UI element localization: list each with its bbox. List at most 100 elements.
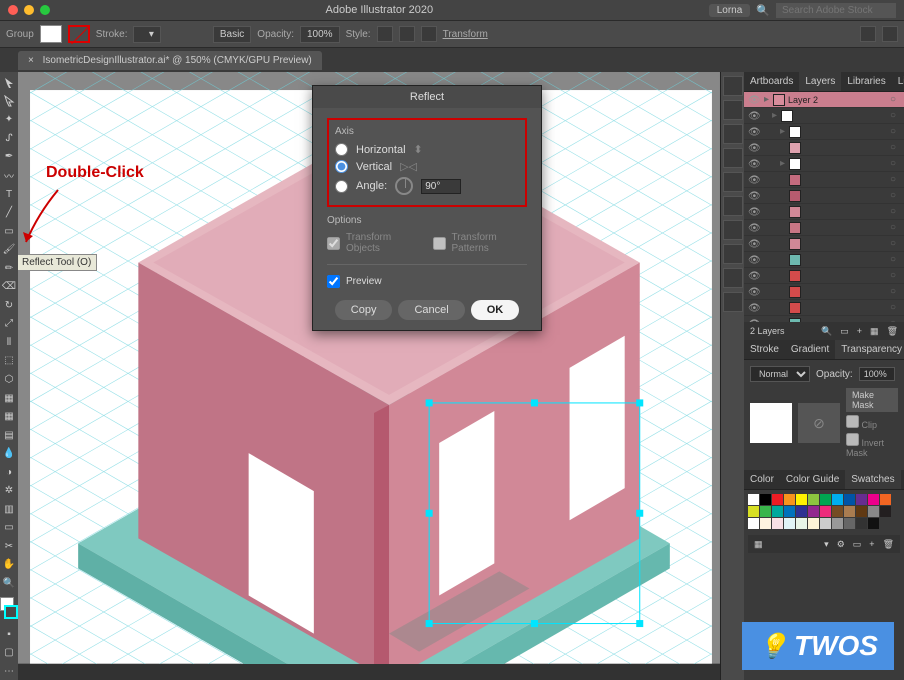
target-icon[interactable]: ○ <box>890 222 900 233</box>
target-icon[interactable]: ○ <box>890 94 900 105</box>
swatch[interactable] <box>796 506 807 517</box>
swatch-grid[interactable] <box>748 494 900 529</box>
tab-links[interactable]: Links <box>892 72 904 91</box>
layer-row[interactable]: 👁 ○ <box>744 252 904 268</box>
dock5-icon[interactable] <box>723 268 743 288</box>
swatch[interactable] <box>832 494 843 505</box>
copy-button[interactable]: Copy <box>335 300 393 320</box>
opacity-input[interactable] <box>859 367 895 381</box>
align-icon[interactable] <box>399 26 415 42</box>
stroke-box[interactable] <box>4 605 18 619</box>
zoom-tool[interactable]: 🔍 <box>0 575 18 593</box>
horizontal-radio[interactable] <box>335 143 348 156</box>
artboard-tool[interactable]: ▭ <box>0 519 18 537</box>
target-icon[interactable]: ○ <box>890 270 900 281</box>
perspective-tool[interactable]: ▦ <box>0 389 18 407</box>
visibility-icon[interactable]: 👁 <box>748 255 758 265</box>
vertical-radio[interactable] <box>335 160 348 173</box>
swatch[interactable] <box>748 506 759 517</box>
free-transform-tool[interactable]: ⬚ <box>0 352 18 370</box>
swatch[interactable] <box>772 506 783 517</box>
brush-dropdown[interactable]: Basic <box>213 26 251 43</box>
tab-artboards[interactable]: Artboards <box>744 72 799 91</box>
graph-tool[interactable]: ▥ <box>0 501 18 519</box>
target-icon[interactable]: ○ <box>890 238 900 249</box>
angle-radio[interactable] <box>335 180 348 193</box>
rectangle-tool[interactable]: ▭ <box>0 222 18 240</box>
target-icon[interactable]: ○ <box>890 206 900 217</box>
layer-row[interactable]: 👁 ○ <box>744 204 904 220</box>
brushes-icon[interactable] <box>723 148 743 168</box>
visibility-icon[interactable]: 👁 <box>748 95 758 105</box>
visibility-icon[interactable]: 👁 <box>748 303 758 313</box>
visibility-icon[interactable]: 👁 <box>748 143 758 153</box>
document-tab[interactable]: × IsometricDesignIllustrator.ai* @ 150% … <box>18 51 322 70</box>
stroke-weight-dropdown[interactable]: ▾ <box>133 26 160 43</box>
screen-mode-icon[interactable]: ▢ <box>0 644 18 662</box>
ok-button[interactable]: OK <box>471 300 520 320</box>
swatch[interactable] <box>868 518 879 529</box>
recolor-icon[interactable] <box>421 26 437 42</box>
swatch[interactable] <box>808 518 819 529</box>
tab-stroke-panel[interactable]: Stroke <box>744 340 785 359</box>
layer-row[interactable]: 👁 ○ <box>744 300 904 316</box>
swatch-options-icon[interactable]: ⚙ <box>837 539 845 550</box>
swatch[interactable] <box>784 518 795 529</box>
shaper-tool[interactable]: ✏ <box>0 259 18 277</box>
swatch[interactable] <box>868 494 879 505</box>
swatch[interactable] <box>808 506 819 517</box>
swatch[interactable] <box>880 506 891 517</box>
visibility-icon[interactable]: 👁 <box>748 239 758 249</box>
layer-row[interactable]: 👁 ○ <box>744 172 904 188</box>
mac-traffic-lights[interactable] <box>8 5 50 15</box>
shape-builder-tool[interactable]: ⬡ <box>0 371 18 389</box>
swatch[interactable] <box>808 494 819 505</box>
target-icon[interactable]: ○ <box>890 254 900 265</box>
disclosure-icon[interactable]: ▸ <box>772 110 778 121</box>
swatch[interactable] <box>796 518 807 529</box>
new-color-group-icon[interactable]: ▭ <box>853 539 862 550</box>
swatch[interactable] <box>772 494 783 505</box>
tab-layers[interactable]: Layers <box>799 72 841 91</box>
swatch[interactable] <box>856 518 867 529</box>
scale-tool[interactable]: ⤢ <box>0 315 18 333</box>
swatch[interactable] <box>832 506 843 517</box>
preview-checkbox[interactable] <box>327 275 340 288</box>
selection-tool[interactable] <box>0 74 18 92</box>
tab-color-guide[interactable]: Color Guide <box>780 470 845 489</box>
visibility-icon[interactable]: 👁 <box>748 111 758 121</box>
curvature-tool[interactable]: 〰 <box>0 167 18 185</box>
swatch[interactable] <box>844 518 855 529</box>
visibility-icon[interactable]: 👁 <box>748 159 758 169</box>
mesh-tool[interactable]: ▦ <box>0 408 18 426</box>
tab-color[interactable]: Color <box>744 470 780 489</box>
lasso-tool[interactable]: ᔑ <box>0 130 18 148</box>
maximize-window-icon[interactable] <box>40 5 50 15</box>
layer-row[interactable]: 👁 ○ <box>744 188 904 204</box>
target-icon[interactable]: ○ <box>890 126 900 137</box>
opacity-dropdown[interactable]: 100% <box>300 26 340 43</box>
pen-tool[interactable]: ✒ <box>0 148 18 166</box>
layer-row[interactable]: 👁 ▸ ○ <box>744 124 904 140</box>
swatch[interactable] <box>760 494 771 505</box>
target-icon[interactable]: ○ <box>890 302 900 313</box>
direct-selection-tool[interactable] <box>0 93 18 111</box>
swatch[interactable] <box>856 506 867 517</box>
workspace-icon[interactable] <box>882 26 898 42</box>
layer-row[interactable]: 👁 ○ <box>744 268 904 284</box>
swatch[interactable] <box>868 506 879 517</box>
tab-gradient-panel[interactable]: Gradient <box>785 340 835 359</box>
symbol-sprayer-tool[interactable]: ✲ <box>0 482 18 500</box>
fill-swatch[interactable] <box>40 25 62 43</box>
target-icon[interactable]: ○ <box>890 174 900 185</box>
mask-empty-thumb[interactable]: ⊘ <box>798 403 840 443</box>
stroke-swatch[interactable] <box>68 25 90 43</box>
visibility-icon[interactable]: 👁 <box>748 191 758 201</box>
visibility-icon[interactable]: 👁 <box>748 207 758 217</box>
symbols-icon[interactable] <box>723 172 743 192</box>
layer-row[interactable]: 👁 ○ <box>744 140 904 156</box>
tab-transparency-panel[interactable]: Transparency <box>835 340 904 359</box>
dock3-icon[interactable] <box>723 220 743 240</box>
type-tool[interactable]: T <box>0 185 18 203</box>
disclosure-icon[interactable]: ▸ <box>780 158 786 169</box>
